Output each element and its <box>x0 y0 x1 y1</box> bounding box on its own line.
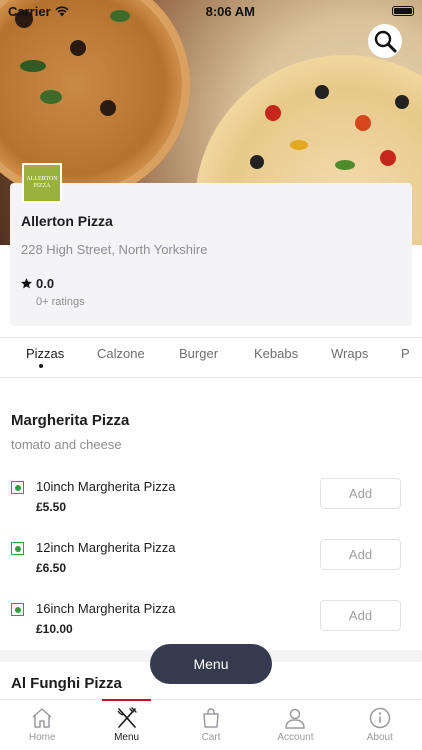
rating-row: 0.0 <box>20 276 54 291</box>
rating-value: 0.0 <box>36 276 55 291</box>
veg-icon <box>11 481 24 494</box>
menu-item: 10inch Margherita Pizza £5.50 Add <box>0 478 422 528</box>
menu-item: 12inch Margherita Pizza £6.50 Add <box>0 539 422 589</box>
tab-label: Menu <box>114 732 140 743</box>
category-tab-partial[interactable]: P <box>401 346 410 361</box>
menu-item: 16inch Margherita Pizza £10.00 Add <box>0 600 422 650</box>
battery-icon <box>391 6 414 16</box>
item-price: £6.50 <box>36 561 67 575</box>
item-price: £10.00 <box>36 622 73 636</box>
fork-knife-icon <box>117 707 137 728</box>
selected-category-indicator <box>39 364 43 368</box>
rating-count: 0+ ratings <box>36 296 85 308</box>
store-name: Allerton Pizza <box>21 213 113 229</box>
search-button[interactable] <box>368 24 402 58</box>
star-icon <box>21 278 32 289</box>
bag-icon <box>203 708 219 728</box>
home-icon <box>32 708 52 728</box>
add-button[interactable]: Add <box>320 600 401 631</box>
user-icon <box>285 708 306 729</box>
tab-label: Home <box>28 732 56 743</box>
tab-about[interactable]: About <box>338 700 422 750</box>
section-title: Margherita Pizza <box>11 412 130 429</box>
search-icon <box>374 30 397 53</box>
veg-icon <box>11 603 24 616</box>
section-description: tomato and cheese <box>11 437 122 452</box>
category-tabs: Pizzas Calzone Burger Kebabs Wraps P <box>0 337 422 378</box>
category-tab-pizzas[interactable]: Pizzas <box>26 346 64 361</box>
store-address: 228 High Street, North Yorkshire <box>21 242 208 257</box>
bottom-tab-bar: Home Menu Cart Account About <box>0 699 422 750</box>
tab-cart[interactable]: Cart <box>169 700 253 750</box>
veg-icon <box>11 542 24 555</box>
section-title: Al Funghi Pizza <box>11 675 122 692</box>
tab-account[interactable]: Account <box>253 700 337 750</box>
status-bar: Carrier 8:06 AM <box>0 0 422 22</box>
active-tab-indicator <box>102 699 151 701</box>
item-name: 10inch Margherita Pizza <box>36 479 176 494</box>
store-logo-text: ALLERTON PIZZA <box>26 176 58 189</box>
carrier-label: Carrier <box>8 3 51 19</box>
tab-menu[interactable]: Menu <box>84 699 168 750</box>
tab-label: Cart <box>201 732 221 743</box>
wifi-icon <box>55 6 69 16</box>
item-name: 16inch Margherita Pizza <box>36 601 176 616</box>
status-time: 8:06 AM <box>205 3 255 19</box>
tab-home[interactable]: Home <box>0 700 84 750</box>
add-button[interactable]: Add <box>320 478 401 509</box>
tab-label: About <box>366 732 393 743</box>
category-tab-burger[interactable]: Burger <box>179 346 218 361</box>
tab-label: Account <box>277 732 314 743</box>
add-button[interactable]: Add <box>320 539 401 570</box>
item-price: £5.50 <box>36 500 67 514</box>
category-tab-wraps[interactable]: Wraps <box>331 346 368 361</box>
store-info-card: ALLERTON PIZZA Allerton Pizza 228 High S… <box>10 163 412 326</box>
info-icon <box>369 707 391 729</box>
category-tab-calzone[interactable]: Calzone <box>97 346 145 361</box>
category-tab-kebabs[interactable]: Kebabs <box>254 346 298 361</box>
floating-menu-button[interactable]: Menu <box>150 644 272 684</box>
item-name: 12inch Margherita Pizza <box>36 540 176 555</box>
store-logo: ALLERTON PIZZA <box>22 163 62 203</box>
